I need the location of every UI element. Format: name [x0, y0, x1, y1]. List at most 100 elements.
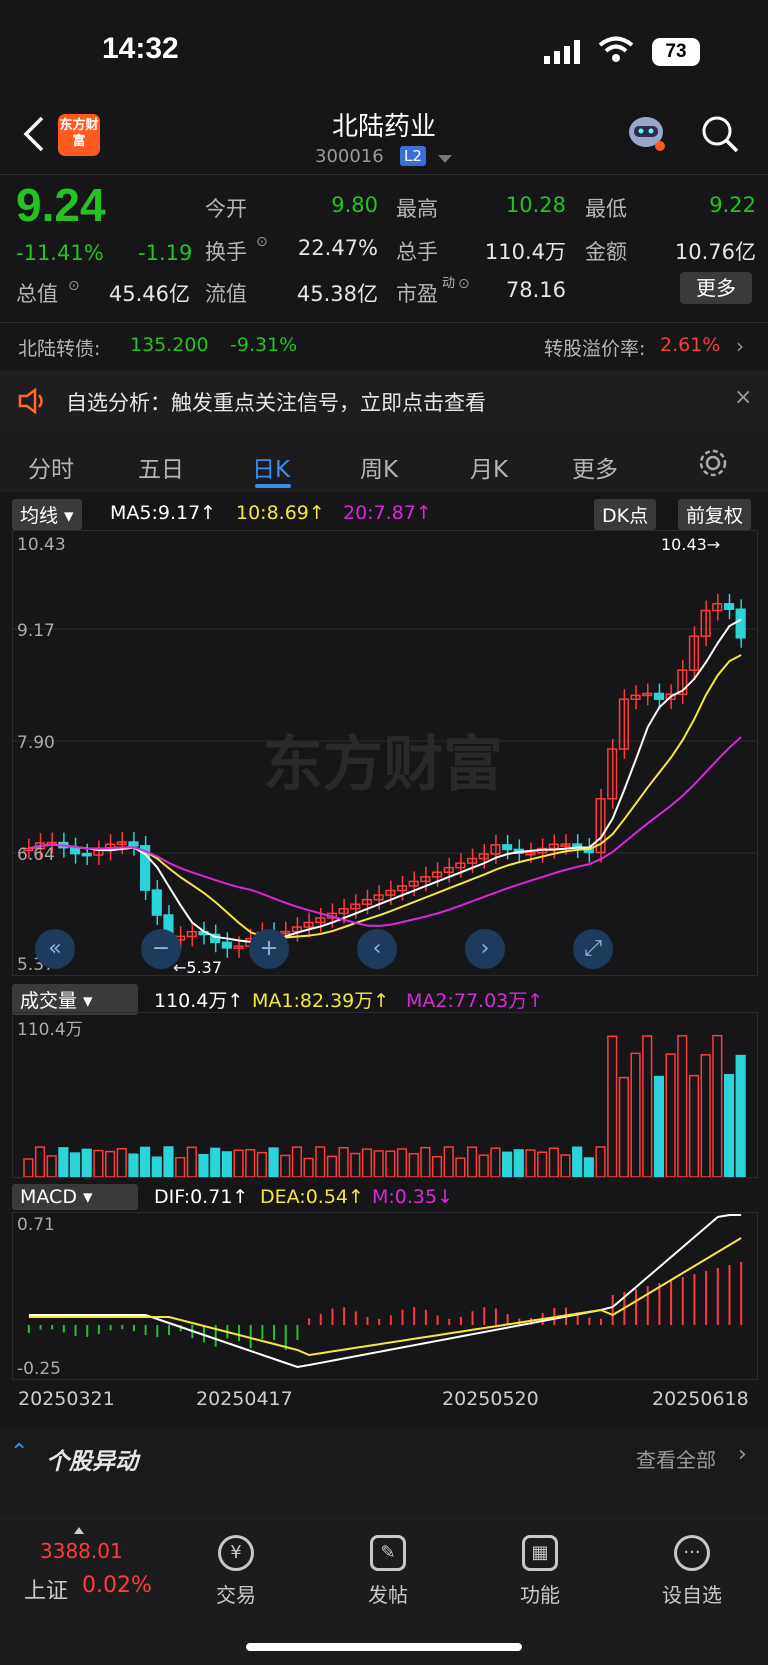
- level-badge[interactable]: L2: [400, 146, 426, 166]
- zoom-in-icon[interactable]: +: [249, 929, 289, 969]
- volume-indicator-select[interactable]: 成交量 ▾: [12, 984, 138, 1015]
- y-label-low: 6.64: [17, 845, 55, 865]
- zoom-out-icon[interactable]: −: [141, 929, 181, 969]
- volume-bar: [642, 1035, 653, 1178]
- volume-bar: [69, 1152, 81, 1178]
- scroll-left-icon[interactable]: ‹: [357, 929, 397, 969]
- volume-bar: [712, 1034, 723, 1178]
- alert-banner[interactable]: 自选分析：触发重点关注信号，立即点击查看 ×: [0, 370, 768, 432]
- candle-body: [221, 941, 232, 949]
- nav-add-watch[interactable]: ··· 设自选: [642, 1535, 742, 1608]
- volume-bar: [198, 1153, 209, 1178]
- current-price: 9.24: [16, 179, 106, 231]
- macd-indicator-select[interactable]: MACD ▾: [12, 1184, 138, 1210]
- pe-label: 市盈: [396, 282, 438, 306]
- volume-bar: [81, 1148, 92, 1178]
- volume-chart[interactable]: 110.4万: [12, 1012, 758, 1178]
- nav-function[interactable]: ▦ 功能: [490, 1535, 590, 1608]
- pe-value: 78.16: [505, 278, 566, 302]
- adjust-button[interactable]: 前复权: [678, 499, 752, 530]
- rewind-icon[interactable]: «: [35, 929, 75, 969]
- view-all-link[interactable]: 查看全部: [636, 1444, 716, 1473]
- max-marker: 10.43→: [661, 535, 721, 554]
- volume-bar: [361, 1148, 373, 1178]
- volume-bar: [373, 1150, 384, 1178]
- wifi-icon: [598, 36, 634, 68]
- expand-icon[interactable]: [74, 1527, 84, 1534]
- fullscreen-icon[interactable]: ⤢: [573, 929, 613, 969]
- volume-bar: [396, 1148, 408, 1178]
- tab-weekly-k[interactable]: 周K: [360, 450, 398, 484]
- nav-post[interactable]: ✎ 发帖: [338, 1535, 438, 1608]
- volume-bar: [513, 1149, 524, 1178]
- chevron-right-icon[interactable]: ›: [738, 1442, 747, 1467]
- robot-assistant-icon[interactable]: [624, 112, 668, 156]
- volume-bar: [653, 1075, 665, 1178]
- tab-more[interactable]: 更多: [572, 450, 618, 484]
- volume-bar: [583, 1157, 594, 1178]
- edit-icon: ✎: [370, 1535, 406, 1571]
- volume-bar: [350, 1152, 361, 1178]
- tab-intraday[interactable]: 分时: [28, 450, 74, 484]
- tab-daily-k[interactable]: 日K: [252, 450, 290, 484]
- y-label-top: 10.43: [17, 535, 66, 555]
- index-name[interactable]: 上证: [24, 1573, 68, 1605]
- indicator-select[interactable]: 均线 ▾: [12, 499, 82, 530]
- volume-bar: [735, 1054, 746, 1178]
- date-label: 20250321: [18, 1388, 115, 1410]
- bond-label[interactable]: 北陆转债:: [18, 334, 100, 361]
- battery-icon: 73: [652, 38, 700, 66]
- dropdown-icon[interactable]: [438, 150, 452, 169]
- index-value[interactable]: 3388.01: [40, 1539, 123, 1563]
- volume-bar: [408, 1153, 419, 1178]
- info-icon[interactable]: ⊙: [458, 276, 470, 292]
- volume-bar: [315, 1146, 326, 1178]
- volume-bar: [291, 1146, 303, 1178]
- close-icon[interactable]: ×: [734, 385, 752, 410]
- indicator-label: 均线: [20, 505, 59, 527]
- tab-monthly-k[interactable]: 月K: [470, 450, 508, 484]
- chevron-right-icon[interactable]: ›: [736, 334, 744, 358]
- premium-label: 转股溢价率:: [544, 338, 646, 360]
- date-label: 20250520: [442, 1388, 539, 1410]
- volume-bar: [128, 1153, 139, 1178]
- volume-bar: [607, 1035, 618, 1178]
- macd-chart[interactable]: 0.71 -0.25: [12, 1212, 758, 1380]
- kline-chart[interactable]: 东方财富 10.43 9.17 7.90 6.64 5.37 10.43→ ←5…: [12, 530, 758, 977]
- volume-bar: [572, 1146, 583, 1178]
- grid-icon: ▦: [522, 1535, 558, 1571]
- volume-bar: [537, 1151, 548, 1178]
- volume-bar: [221, 1151, 232, 1178]
- volume-bar: [116, 1147, 127, 1178]
- volume-bar: [140, 1146, 151, 1178]
- scroll-right-icon[interactable]: ›: [465, 929, 505, 969]
- volume-bar: [268, 1147, 279, 1178]
- volume-bar: [34, 1146, 46, 1178]
- volume-bar: [443, 1146, 454, 1178]
- bond-change: -9.31%: [230, 334, 298, 356]
- tab-5day[interactable]: 五日: [138, 450, 184, 484]
- chevron-up-icon[interactable]: ⌃: [10, 1440, 28, 1465]
- stock-code: 300016: [315, 146, 384, 167]
- gear-icon[interactable]: [698, 448, 728, 482]
- candle-body: [502, 844, 513, 851]
- dk-point-button[interactable]: DK点: [594, 499, 657, 530]
- info-icon[interactable]: ⊙: [68, 278, 80, 294]
- macd-indicator-label: MACD: [20, 1186, 77, 1208]
- volume-y-top: 110.4万: [17, 1020, 83, 1040]
- more-button[interactable]: 更多: [680, 272, 752, 304]
- volume-bar: [46, 1155, 57, 1178]
- search-icon[interactable]: [700, 114, 740, 158]
- stock-header: 东方财富 北陆药业 300016 L2: [0, 100, 768, 174]
- ma10-legend: 10:8.69↑: [236, 502, 325, 524]
- volume-bar: [431, 1155, 443, 1178]
- alert-text: 自选分析：触发重点关注信号，立即点击查看: [66, 391, 486, 415]
- volume-bar: [338, 1146, 349, 1178]
- ma5-legend: MA5:9.17↑: [110, 502, 217, 524]
- low-label: 最低: [585, 197, 627, 221]
- candle-body: [151, 889, 162, 916]
- info-icon[interactable]: ⊙: [256, 234, 268, 250]
- high-value: 10.28: [505, 193, 566, 217]
- nav-trade[interactable]: ¥ 交易: [186, 1535, 286, 1608]
- date-label: 20250618: [652, 1388, 749, 1410]
